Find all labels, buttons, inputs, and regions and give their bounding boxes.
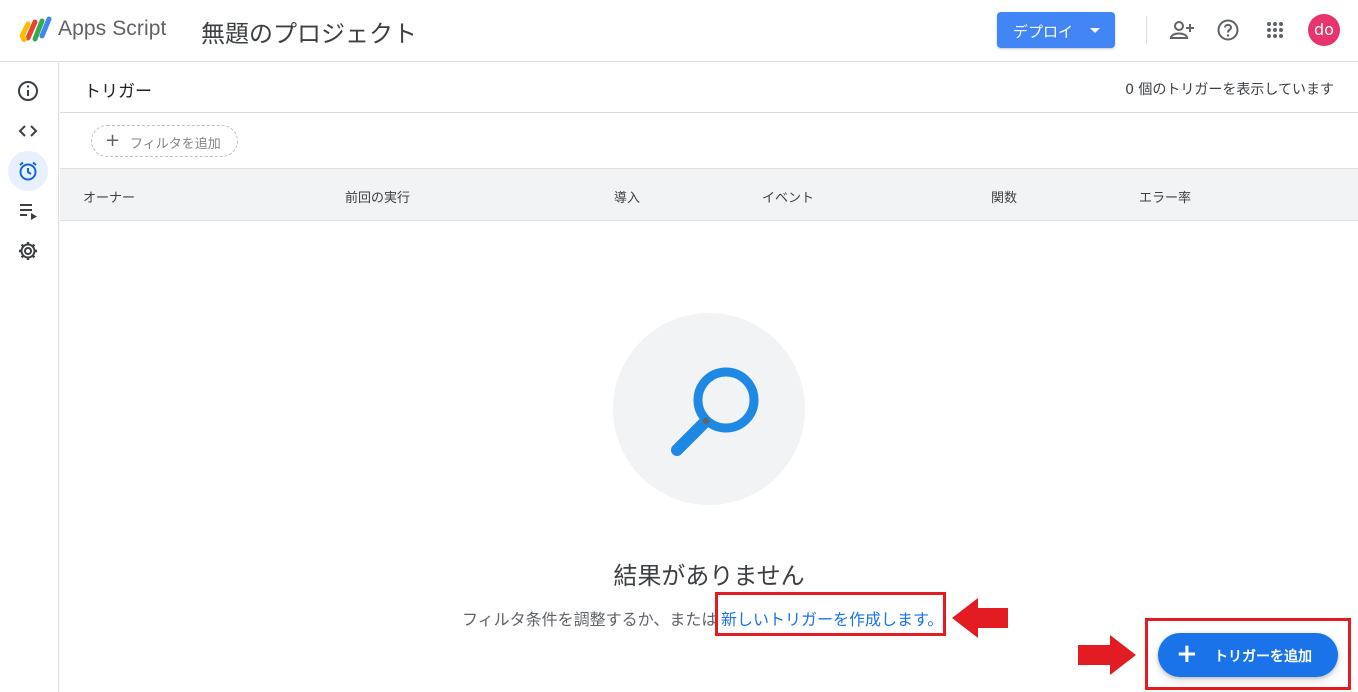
add-trigger-label: トリガーを追加 bbox=[1214, 649, 1312, 665]
plus-icon: + bbox=[1176, 639, 1198, 669]
apps-script-logo-icon[interactable] bbox=[18, 14, 52, 44]
empty-state-title: 結果がありません bbox=[613, 562, 805, 590]
deploy-label: デプロイ bbox=[1013, 23, 1074, 41]
page-header: トリガー 0 個のトリガーを表示しています bbox=[60, 63, 1358, 113]
sidebar bbox=[0, 63, 59, 692]
info-icon bbox=[18, 81, 38, 101]
column-header-deployment[interactable]: 導入 bbox=[614, 187, 640, 206]
add-filter-label: フィルタを追加 bbox=[130, 137, 221, 152]
column-header-error-rate[interactable]: エラー率 bbox=[1139, 187, 1191, 206]
column-header-event[interactable]: イベント bbox=[762, 187, 814, 206]
sidebar-item-settings[interactable] bbox=[8, 231, 48, 271]
sidebar-item-overview[interactable] bbox=[8, 71, 48, 111]
search-icon bbox=[671, 367, 759, 456]
column-header-function[interactable]: 関数 bbox=[991, 187, 1017, 206]
empty-state-hint: フィルタ条件を調整するか、または bbox=[462, 610, 718, 629]
sidebar-item-executions[interactable] bbox=[8, 191, 48, 231]
code-icon bbox=[18, 125, 38, 137]
top-bar: Apps Script 無題のプロジェクト デプロイ do bbox=[0, 0, 1358, 62]
column-header-owner[interactable]: オーナー bbox=[83, 187, 135, 206]
apps-grid-icon[interactable] bbox=[1262, 17, 1288, 43]
trigger-count: 0 個のトリガーを表示しています bbox=[1125, 82, 1334, 98]
executions-icon bbox=[20, 204, 37, 220]
app-name[interactable]: Apps Script bbox=[58, 17, 166, 41]
sidebar-item-triggers[interactable] bbox=[8, 151, 48, 191]
page-title: トリガー bbox=[84, 82, 152, 102]
add-trigger-button[interactable]: + トリガーを追加 bbox=[1158, 633, 1338, 677]
main-content: トリガー 0 個のトリガーを表示しています + フィルタを追加 オーナー 前回の… bbox=[60, 63, 1358, 692]
help-icon[interactable] bbox=[1215, 17, 1241, 43]
red-arrow-right-icon bbox=[1078, 635, 1136, 675]
add-filter-chip[interactable]: + フィルタを追加 bbox=[91, 125, 238, 157]
empty-state-illustration bbox=[613, 313, 805, 505]
project-title[interactable]: 無題のプロジェクト bbox=[201, 14, 417, 49]
column-header-last-run[interactable]: 前回の実行 bbox=[345, 187, 410, 206]
highlight-box-create-link bbox=[715, 592, 946, 636]
caret-down-icon bbox=[1090, 28, 1100, 33]
filter-row: + フィルタを追加 bbox=[60, 114, 1358, 168]
avatar[interactable]: do bbox=[1308, 14, 1340, 46]
gear-icon bbox=[19, 242, 37, 260]
table-header: オーナー 前回の実行 導入 イベント 関数 エラー率 bbox=[60, 168, 1358, 221]
red-arrow-left-icon bbox=[952, 598, 1008, 638]
alarm-clock-icon bbox=[19, 161, 37, 181]
add-person-icon[interactable] bbox=[1169, 17, 1195, 43]
plus-icon: + bbox=[105, 130, 121, 151]
deploy-button[interactable]: デプロイ bbox=[997, 12, 1115, 48]
sidebar-item-editor[interactable] bbox=[8, 111, 48, 151]
toolbar-divider bbox=[1146, 16, 1147, 44]
